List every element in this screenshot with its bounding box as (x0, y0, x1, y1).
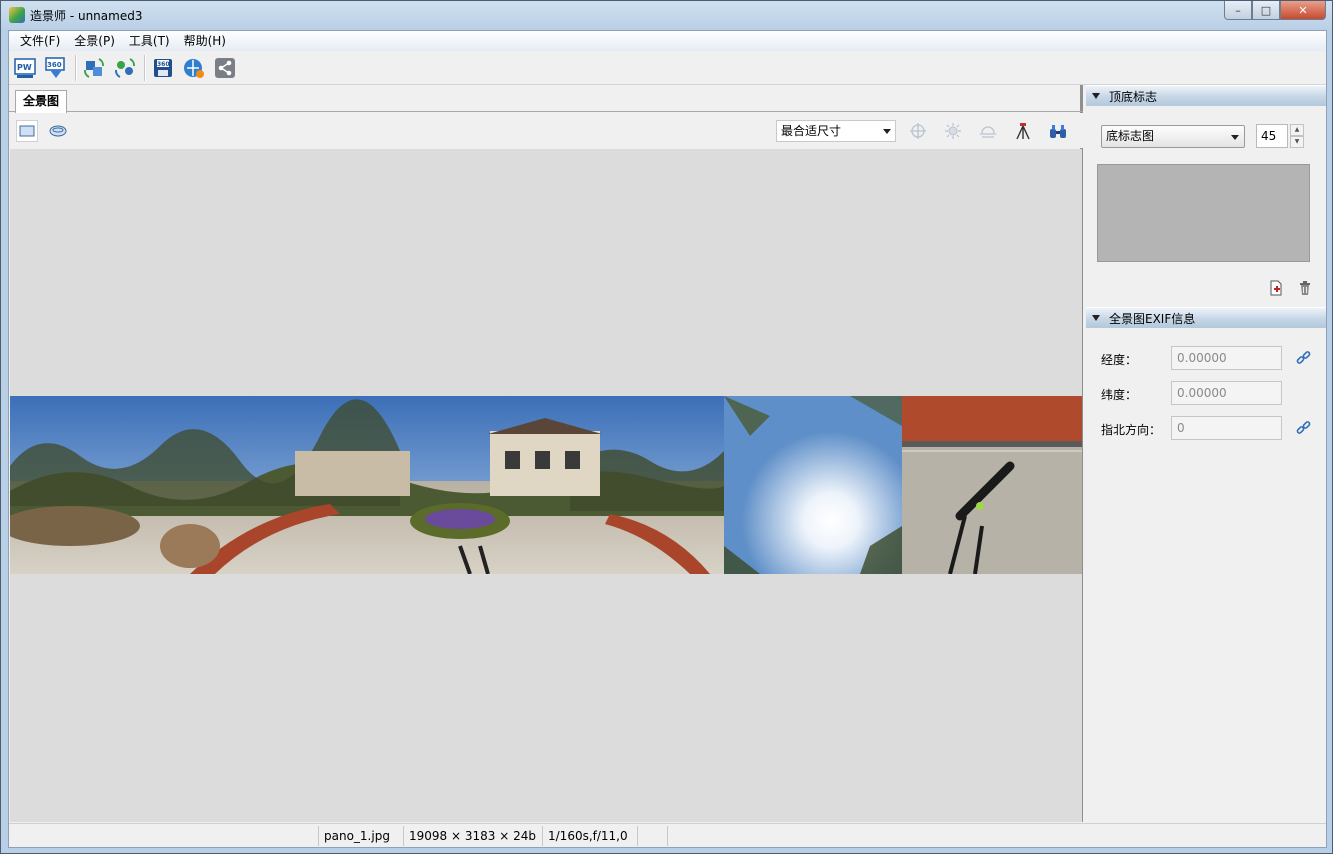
menu-bar: 文件(F) 全景(P) 工具(T) 帮助(H) (9, 31, 1326, 51)
zoom-fit-select[interactable]: 最合适尺寸 (776, 120, 896, 142)
logo-size-input[interactable]: 45 (1256, 124, 1288, 148)
crosshair-icon[interactable] (907, 120, 929, 142)
tab-strip: 全景图 (9, 85, 1083, 113)
status-divider (667, 826, 673, 846)
title-bar: 造景师 - unnamed3 – □ ✕ (1, 1, 1332, 29)
horizon-icon[interactable] (977, 120, 999, 142)
panorama-canvas[interactable] (10, 149, 1082, 822)
latitude-field[interactable]: 0.00000 (1171, 381, 1282, 405)
flat-view-icon[interactable] (16, 120, 38, 142)
north-direction-field[interactable]: 0 (1171, 416, 1282, 440)
stepper-down-button[interactable]: ▼ (1290, 136, 1304, 148)
link-icon[interactable] (1296, 420, 1312, 436)
menu-file[interactable]: 文件(F) (13, 31, 67, 51)
brightness-icon[interactable] (942, 120, 964, 142)
zoom-fit-value: 最合适尺寸 (781, 124, 842, 138)
sphere-view-icon[interactable] (47, 120, 69, 142)
add-logo-icon[interactable] (1268, 280, 1284, 296)
north-direction-label: 指北方向： (1101, 423, 1162, 437)
section-header-logo[interactable]: 顶底标志 (1086, 85, 1326, 106)
toolbar: PW 360 360 (9, 52, 1326, 85)
logo-type-select[interactable]: 底标志图 (1101, 125, 1245, 148)
logo-type-value: 底标志图 (1106, 129, 1155, 143)
menu-help[interactable]: 帮助(H) (177, 31, 233, 51)
panorama-workspace: 全景图 最合适尺寸 (9, 85, 1083, 822)
minimize-button[interactable]: – (1224, 1, 1252, 20)
section-title-exif: 全景图EXIF信息 (1109, 311, 1196, 326)
pw-export-icon[interactable]: PW (11, 54, 39, 82)
stepper-up-button[interactable]: ▲ (1290, 124, 1304, 136)
close-button[interactable]: ✕ (1280, 1, 1326, 20)
status-filename: pano_1.jpg (318, 826, 403, 846)
logo-preview (1097, 164, 1310, 262)
binoculars-icon[interactable] (1047, 120, 1069, 142)
app-logo-icon (9, 7, 25, 23)
share-icon[interactable] (211, 54, 239, 82)
link-icon[interactable] (1296, 350, 1312, 366)
chevron-down-icon (883, 129, 891, 134)
svg-text:360: 360 (47, 61, 62, 69)
view-toolbar: 最合适尺寸 (9, 113, 1083, 148)
trash-icon[interactable] (1297, 280, 1313, 296)
longitude-label: 经度： (1101, 353, 1138, 367)
toolbar-separator (75, 55, 76, 81)
collapse-triangle-icon (1092, 93, 1100, 99)
svg-text:360: 360 (157, 61, 170, 68)
section-header-exif[interactable]: 全景图EXIF信息 (1086, 307, 1326, 328)
publish-web-icon[interactable] (180, 54, 208, 82)
section-title-logo: 顶底标志 (1109, 89, 1158, 104)
status-empty-cell (637, 826, 667, 846)
client-area: 文件(F) 全景(P) 工具(T) 帮助(H) PW 360 360 全景图 最… (8, 30, 1327, 848)
menu-tools[interactable]: 工具(T) (122, 31, 177, 51)
chevron-down-icon (1231, 135, 1239, 140)
window-title: 造景师 - unnamed3 (30, 9, 143, 23)
status-dimensions: 19098 × 3183 × 24b (403, 826, 542, 846)
properties-panel: 顶底标志 底标志图 45 ▲ ▼ 全景图EXIF信息 经度： 0.00000 纬… (1086, 85, 1326, 822)
logo-size-stepper: ▲ ▼ (1290, 124, 1304, 148)
longitude-field[interactable]: 0.00000 (1171, 346, 1282, 370)
refresh-blue-icon[interactable] (80, 54, 108, 82)
svg-text:PW: PW (17, 63, 32, 72)
refresh-green-icon[interactable] (111, 54, 139, 82)
tripod-icon[interactable] (1012, 120, 1034, 142)
status-bar: pano_1.jpg 19098 × 3183 × 24b 1/160s,f/1… (9, 823, 1326, 847)
360-export-icon[interactable]: 360 (42, 54, 70, 82)
tab-panorama[interactable]: 全景图 (15, 90, 68, 113)
status-exposure: 1/160s,f/11,0 (542, 826, 637, 846)
menu-panorama[interactable]: 全景(P) (67, 31, 122, 51)
collapse-triangle-icon (1092, 315, 1100, 321)
app-window: 造景师 - unnamed3 – □ ✕ 文件(F) 全景(P) 工具(T) 帮… (0, 0, 1333, 854)
toolbar-separator (144, 55, 145, 81)
save-360-icon[interactable]: 360 (149, 54, 177, 82)
panorama-image (10, 396, 1082, 574)
window-controls: – □ ✕ (1224, 1, 1326, 20)
maximize-button[interactable]: □ (1252, 1, 1280, 20)
latitude-label: 纬度： (1101, 388, 1138, 402)
